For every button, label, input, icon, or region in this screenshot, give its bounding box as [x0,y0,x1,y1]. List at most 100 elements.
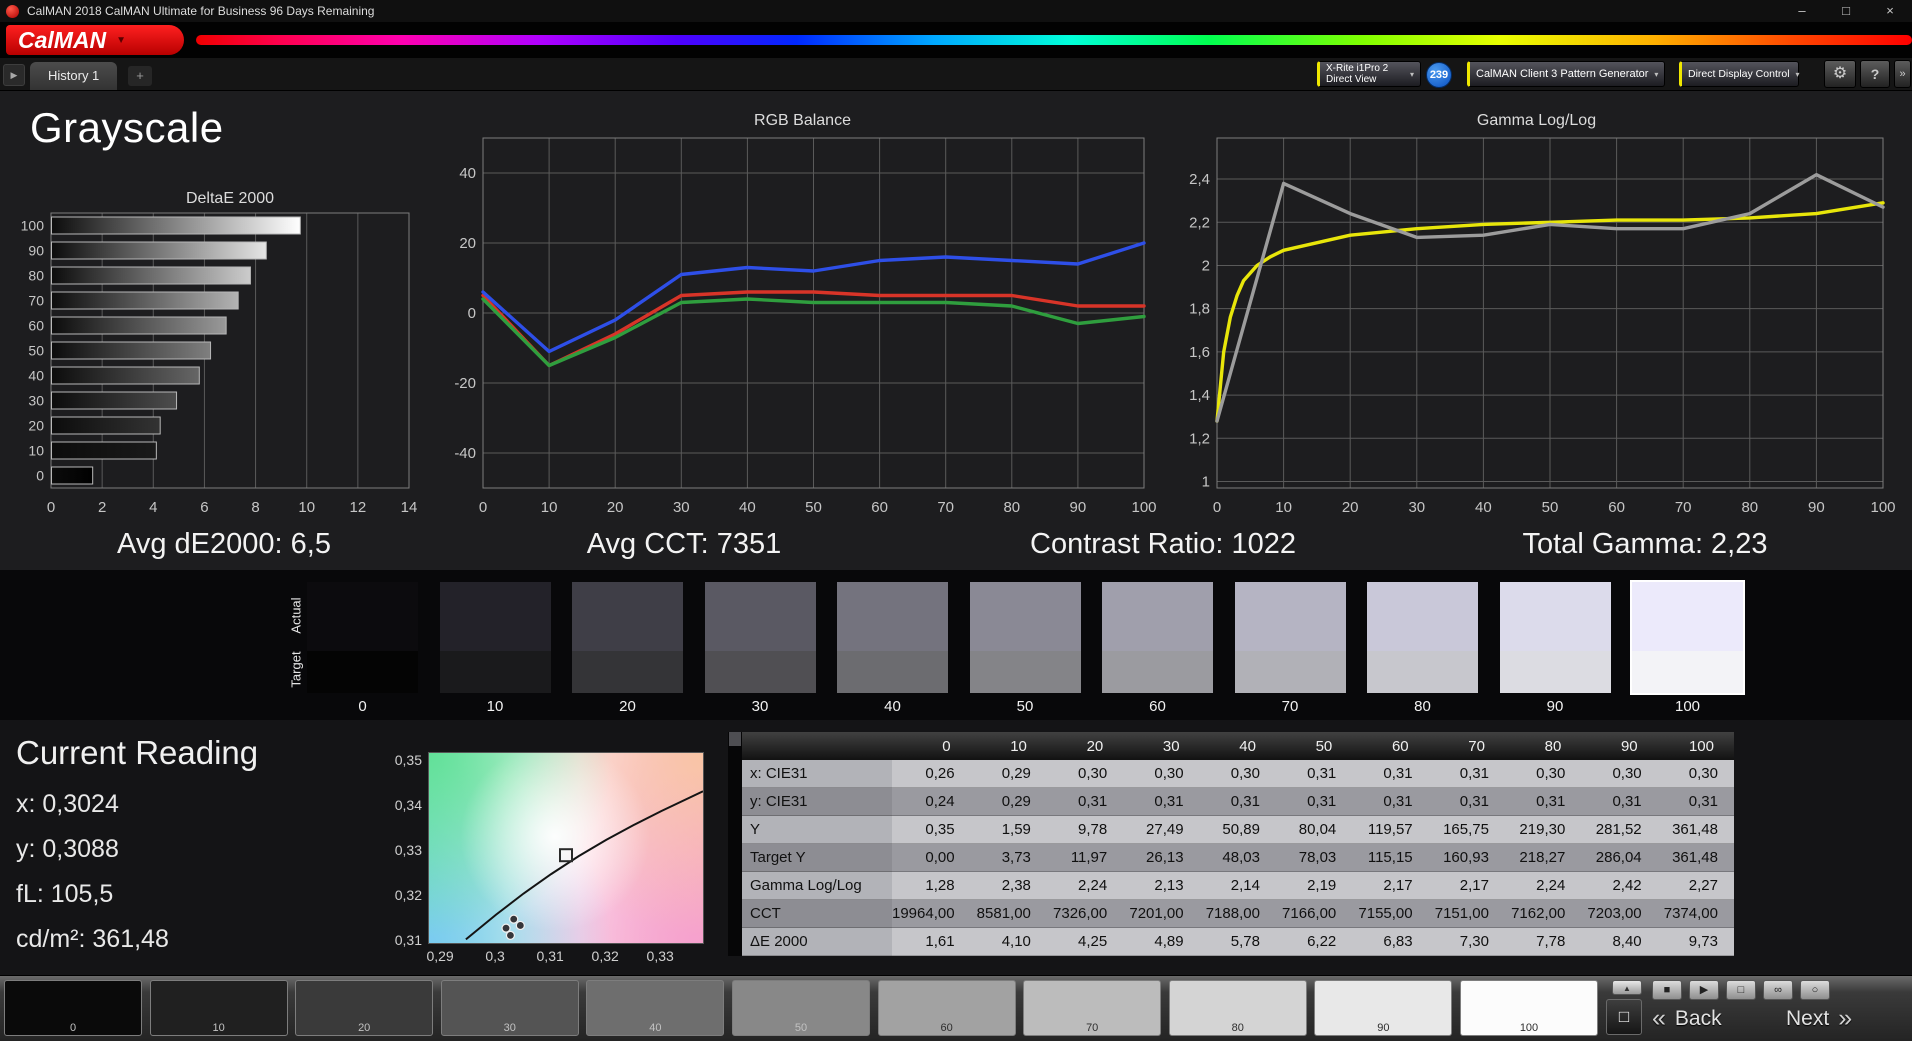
gray-swatch-20 [572,582,683,693]
pattern-patch-20[interactable]: 20 [295,980,434,1036]
pattern-patch-100[interactable]: 100 [1460,980,1598,1036]
settings-button[interactable]: ⚙ [1824,60,1856,88]
swatch-target-color [1102,651,1213,693]
swatch-target-color [1367,651,1478,693]
cie-y-tick: 0,33 [394,841,422,858]
table-cell: 0,31 [1352,760,1429,788]
pattern-patch-60[interactable]: 60 [877,980,1016,1036]
svg-text:30: 30 [1408,499,1425,512]
gear-icon: ⚙ [1832,65,1848,82]
table-grid: 0 10 20 30 40 50 60 70 80 90 100 x: CIE31 0,26 0,29 0,… [742,732,1734,956]
table-cell: 2,42 [1581,872,1658,900]
svg-text:-20: -20 [454,375,476,392]
svg-text:10: 10 [1275,499,1292,512]
stop-icon[interactable]: ■ [1652,980,1682,1000]
swatch-target-color [704,651,816,693]
patch-level-label: 30 [503,1022,516,1034]
table-cell: 0,31 [1428,788,1505,816]
meter-dropdown-label: X-Rite i1Pro 2 Direct View [1326,63,1389,85]
deltae-bar-10 [51,441,157,460]
table-cell: 2,13 [1123,872,1200,900]
measured-point-marker [505,930,516,940]
next-button[interactable]: Next » [1786,1004,1852,1033]
table-scrollbar[interactable] [728,732,742,956]
pattern-patch-30[interactable]: 30 [440,980,579,1036]
svg-text:0: 0 [468,305,476,322]
add-tab-button[interactable]: + [128,66,152,86]
pattern-patch-80[interactable]: 80 [1168,980,1307,1036]
table-cell: 0,29 [970,760,1047,788]
back-button[interactable]: « Back [1652,1004,1722,1033]
table-cell: 7,30 [1428,928,1505,956]
svg-text:60: 60 [871,499,888,512]
measured-point-marker [509,914,519,924]
pattern-patch-90[interactable]: 90 [1314,980,1453,1036]
pattern-generator-dropdown[interactable]: CalMAN Client 3 Pattern Generator ▾ [1467,61,1665,87]
svg-text:80: 80 [1003,499,1020,512]
meter-status-badge[interactable]: 239 [1426,62,1452,88]
swatch-target-color [1234,651,1346,693]
measured-point-marker [501,923,511,933]
table-cell: 7155,00 [1352,900,1429,928]
table-cell: 0,31 [1199,788,1276,816]
pattern-window-icon[interactable]: □ [1726,980,1756,1000]
gray-swatch-90 [1499,582,1611,693]
svg-text:2: 2 [98,499,106,516]
collapse-bar-button[interactable]: ▲ [1612,980,1642,995]
table-cell: 48,03 [1199,844,1276,872]
record-icon[interactable]: ○ [1800,980,1830,1000]
pattern-patch-40[interactable]: 40 [586,980,725,1036]
table-cell: 11,97 [1046,844,1124,872]
meter-dropdown[interactable]: X-Rite i1Pro 2 Direct View ▾ [1317,61,1421,87]
deltae-bar-60 [51,316,227,335]
svg-text:70: 70 [1675,499,1692,512]
table-column-header: 70 [1428,732,1505,760]
help-button[interactable]: ? [1860,60,1890,88]
swatch-level-label: 60 [1149,698,1166,715]
play-icon[interactable]: ▶ [1689,980,1719,1000]
next-chevron-icon: » [1838,1004,1853,1032]
swatch-level-label: 40 [884,698,901,715]
chevron-down-icon: ▾ [1795,69,1800,79]
table-cell: 2,38 [970,872,1047,900]
pattern-patch-50[interactable]: 50 [732,980,870,1036]
pattern-patch-0[interactable]: 0 [4,980,142,1036]
swatch-level-label: 80 [1414,698,1431,715]
double-chevron-icon: » [1899,68,1906,80]
swatch-actual-color [837,582,948,651]
table-cell: 281,52 [1581,816,1658,844]
table-cell: 7,78 [1504,928,1582,956]
table-cell: 0,31 [1046,788,1124,816]
reading-cdm2: cd/m²: 361,48 [16,925,169,953]
calman-logo-menu[interactable]: CalMAN ▼ [6,25,184,55]
display-control-dropdown[interactable]: Direct Display Control ▾ [1679,61,1800,87]
close-button[interactable]: × [1868,0,1912,22]
table-column-header: 90 [1581,732,1658,760]
loop-icon[interactable]: ∞ [1763,980,1793,1000]
table-cell: 78,03 [1275,844,1353,872]
table-cell: 0,31 [1275,760,1353,788]
svg-text:0: 0 [36,468,44,484]
pattern-window-button[interactable]: □ [1606,999,1642,1035]
minimize-button[interactable]: – [1780,0,1824,22]
table-cell: 7201,00 [1123,900,1200,928]
table-cell: 0,29 [970,788,1047,816]
pattern-patch-70[interactable]: 70 [1023,980,1162,1036]
table-cell: 0,31 [1428,760,1505,788]
table-scroll-thumb[interactable] [729,732,741,746]
tab-history-1[interactable]: History 1 [30,62,118,90]
toolbar-expand-button[interactable]: » [1894,60,1911,88]
pattern-patch-10[interactable]: 10 [149,980,288,1036]
tab-scroll-button[interactable]: ▶ [3,64,25,86]
table-cell: 218,27 [1504,844,1582,872]
svg-text:40: 40 [459,165,476,182]
table-cell: 0,30 [1657,760,1734,788]
swatch-target-color [837,651,948,693]
table-column-header: 30 [1123,732,1200,760]
rgb-balance-chart: 0 10 20 30 40 50 60 70 80 90 100 40 20 0 -20 -40 [454,137,1157,512]
table-cell: 0,30 [1199,760,1276,788]
table-cell: 0,31 [1657,788,1734,816]
maximize-button[interactable]: □ [1824,0,1868,22]
table-cell: 0,00 [892,844,971,872]
table-cell: 4,89 [1123,928,1200,956]
